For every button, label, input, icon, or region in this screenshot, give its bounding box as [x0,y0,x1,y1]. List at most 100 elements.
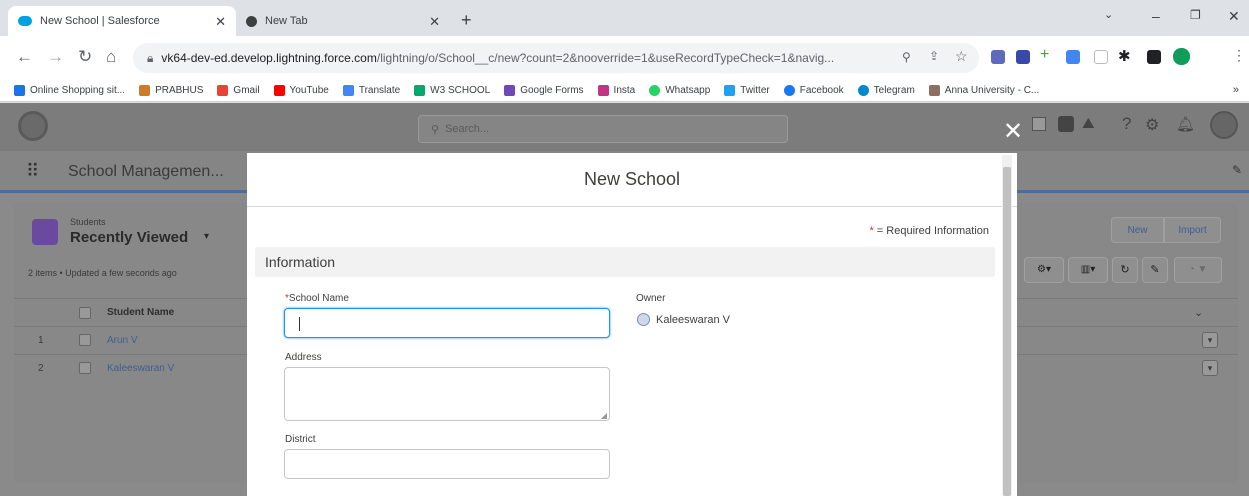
profile-avatar-icon[interactable] [1173,48,1190,65]
side-panel-icon[interactable] [1147,50,1161,64]
whatsapp-icon [649,85,661,96]
bookmark-item[interactable]: W3 SCHOOL [414,85,490,96]
bookmark-item[interactable]: Google Forms [504,85,584,96]
modal-title: New School [583,169,681,189]
tab-search-icon[interactable]: ⌄ [1104,8,1113,21]
favorites-dropdown-icon[interactable] [1032,117,1046,131]
minimize-button[interactable]: – [1152,8,1160,24]
back-arrow-icon[interactable]: ← [16,47,33,67]
school-name-input[interactable] [284,308,610,338]
bookmark-item[interactable]: Facebook [783,85,844,96]
import-button[interactable]: Import [1164,217,1221,243]
new-button[interactable]: New [1111,217,1164,243]
youtube-icon [273,85,285,96]
translate-icon [342,85,354,96]
extension-icon[interactable] [1094,50,1108,64]
required-info-note: * = Required Information [869,225,989,237]
list-object-label: Students [70,217,106,227]
address-bar[interactable]: 🔒︎ vk64-dev-ed.develop.lightning.force.c… [133,43,979,73]
owner-avatar [637,313,650,326]
bookmark-item[interactable]: Translate [342,85,400,96]
district-label: District [285,434,316,445]
salesforce-cloud-icon [18,16,32,26]
scrollbar-thumb[interactable] [1003,167,1011,496]
list-settings-icon[interactable]: ⚙▾ [1024,257,1064,283]
resize-handle-icon[interactable]: ◢ [601,411,607,420]
url-path: /lightning/o/School__c/new?count=2&noove… [376,51,835,65]
bookmark-item[interactable]: Anna University - C... [928,85,1039,96]
bookmark-item[interactable]: Gmail [217,85,260,96]
extensions-puzzle-icon[interactable]: ✱ [1118,47,1131,65]
text-caret [299,317,300,331]
column-header-student-name[interactable]: Student Name [107,307,174,318]
url-host: vk64-dev-ed.develop.lightning.force.com [161,51,377,65]
global-actions-icon[interactable] [1058,116,1074,132]
edit-pencil-icon[interactable]: ✎ [1142,257,1168,283]
filter-icon[interactable]: ◔ ▼ [1174,257,1222,283]
restore-button[interactable]: ❐ [1190,8,1201,22]
row-actions-icon[interactable]: ▾ [1202,332,1218,348]
tab-salesforce[interactable]: New School | Salesforce ✕ [8,6,236,36]
bookmark-star-icon[interactable]: ☆ [955,48,968,65]
owner-label: Owner [636,293,666,304]
bookmark-item[interactable]: Telegram [857,85,915,96]
w3school-icon [414,85,426,96]
new-tab-button[interactable]: + [461,10,472,31]
trailhead-icon[interactable]: ⛰ [1082,115,1095,132]
user-avatar[interactable] [1210,111,1238,139]
app-launcher-icon[interactable]: ⠿ [26,161,39,182]
global-search-input[interactable]: ⚲ Search... [418,115,788,143]
lock-icon: 🔒︎ [147,50,154,65]
close-tab-icon[interactable]: ✕ [215,14,226,30]
list-meta: 2 items • Updated a few seconds ago [28,268,177,278]
browser-menu-icon[interactable]: ⋮ [1232,47,1246,64]
search-icon: ⚲ [431,123,440,136]
refresh-icon[interactable]: ↻ [1112,257,1138,283]
bookmark-icon [14,85,25,96]
bookmark-item[interactable]: PRABHUS [139,85,203,96]
global-header: ⚲ Search... ⛰ ? ⚙ 🔔︎ [0,103,1249,151]
display-as-table-icon[interactable]: ▥▾ [1068,257,1108,283]
notifications-bell-icon[interactable]: 🔔︎ [1176,115,1195,133]
information-section-header[interactable]: Information [255,247,995,277]
extension-icon[interactable] [1066,50,1080,64]
help-icon[interactable]: ? [1122,114,1131,134]
student-name-link[interactable]: Kaleeswaran V [107,363,174,374]
select-all-checkbox[interactable] [79,307,91,319]
university-icon [928,85,940,96]
bookmark-item[interactable]: YouTube [273,85,329,96]
bookmark-item[interactable]: Whatsapp [649,85,710,96]
tab-new-tab[interactable]: New Tab ✕ [236,6,456,36]
edit-nav-icon[interactable]: ✎ [1232,163,1242,177]
close-tab-icon[interactable]: ✕ [429,14,440,30]
more-bookmarks-icon[interactable]: » [1233,84,1239,96]
list-view-title[interactable]: Recently Viewed [70,229,188,246]
bookmark-item[interactable]: Insta [597,85,635,96]
browser-toolbar: ← → ↻ ⌂ 🔒︎ vk64-dev-ed.develop.lightning… [0,36,1249,80]
district-input[interactable] [284,449,610,479]
home-icon[interactable]: ⌂ [106,47,116,67]
address-textarea[interactable]: ◢ [284,367,610,421]
extension-icon[interactable] [1016,50,1030,64]
list-view-dropdown-icon[interactable]: ▾ [204,231,209,242]
reload-icon[interactable]: ↻ [78,47,92,67]
row-checkbox[interactable] [79,334,91,346]
student-name-link[interactable]: Arun V [107,335,138,346]
share-icon[interactable]: ⇪ [929,49,939,63]
close-modal-icon[interactable]: ✕ [1003,117,1023,146]
column-menu-icon[interactable]: ⌄ [1194,306,1203,319]
org-logo-icon [18,111,48,141]
twitter-icon [724,85,736,96]
bookmark-item[interactable]: Twitter [724,85,770,96]
extension-icon[interactable] [991,50,1005,64]
row-number: 1 [38,335,44,346]
close-window-button[interactable]: ✕ [1228,8,1240,25]
row-actions-icon[interactable]: ▾ [1202,360,1218,376]
extension-plus-icon[interactable]: + [1040,46,1049,64]
forward-arrow-icon[interactable]: → [47,47,64,67]
row-checkbox[interactable] [79,362,91,374]
zoom-icon[interactable]: ⚲ [902,50,911,64]
setup-gear-icon[interactable]: ⚙ [1145,115,1159,135]
bookmark-item[interactable]: Online Shopping sit... [14,85,125,96]
modal-scrollbar[interactable] [1002,155,1012,496]
